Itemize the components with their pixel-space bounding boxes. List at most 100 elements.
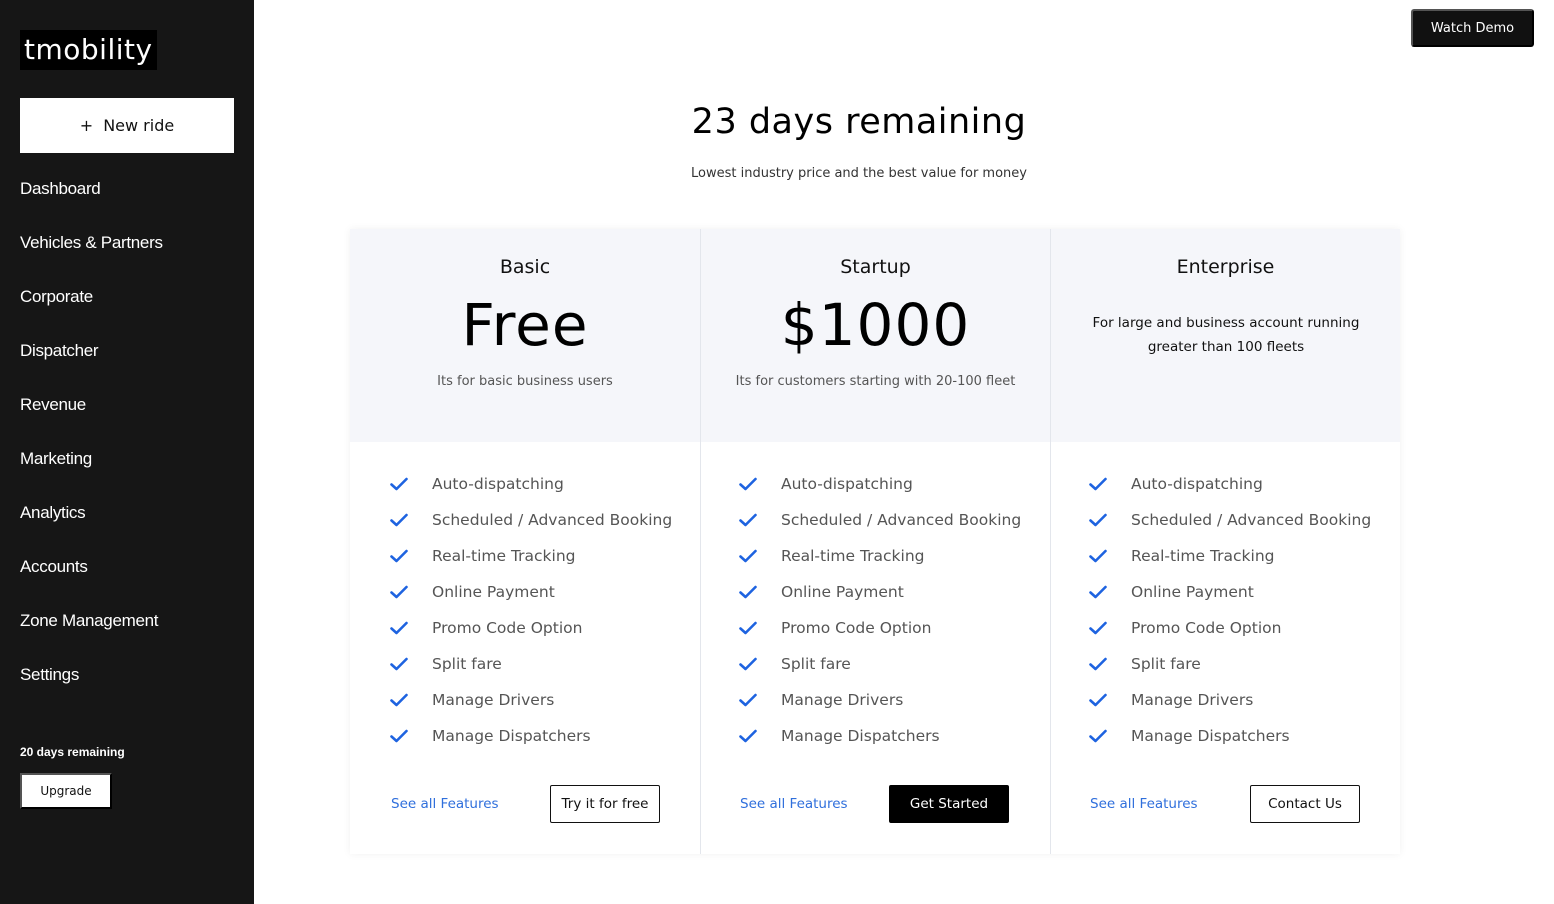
check-icon	[739, 657, 757, 671]
feature-label: Manage Drivers	[432, 691, 555, 709]
check-icon	[739, 585, 757, 599]
check-icon	[1089, 513, 1107, 527]
feature-list: Auto-dispatching Scheduled / Advanced Bo…	[1089, 466, 1371, 754]
check-icon	[739, 621, 757, 635]
check-icon	[739, 513, 757, 527]
sidebar-item-vehicles-partners[interactable]: Vehicles & Partners	[20, 221, 163, 275]
pricing-plans: Basic Free Its for basic business users …	[350, 229, 1400, 854]
feature-item: Manage Dispatchers	[390, 718, 672, 754]
check-icon	[390, 585, 408, 599]
new-ride-label: New ride	[103, 116, 175, 135]
sidebar-item-revenue[interactable]: Revenue	[20, 383, 163, 437]
feature-label: Manage Dispatchers	[1131, 727, 1290, 745]
feature-item: Manage Dispatchers	[739, 718, 1021, 754]
feature-label: Real-time Tracking	[1131, 547, 1275, 565]
feature-label: Manage Dispatchers	[432, 727, 591, 745]
feature-label: Auto-dispatching	[432, 475, 564, 493]
feature-list: Auto-dispatching Scheduled / Advanced Bo…	[390, 466, 672, 754]
plus-icon: +	[79, 116, 94, 135]
feature-item: Scheduled / Advanced Booking	[390, 502, 672, 538]
feature-label: Split fare	[781, 655, 851, 673]
feature-item: Split fare	[739, 646, 1021, 682]
plan-description: Its for basic business users	[437, 374, 613, 389]
check-icon	[1089, 621, 1107, 635]
feature-label: Manage Dispatchers	[781, 727, 940, 745]
feature-label: Split fare	[1131, 655, 1201, 673]
get-started-button[interactable]: Get Started	[889, 785, 1009, 823]
sidebar-item-dashboard[interactable]: Dashboard	[20, 167, 163, 221]
check-icon	[390, 621, 408, 635]
feature-item: Scheduled / Advanced Booking	[1089, 502, 1371, 538]
sidebar-item-corporate[interactable]: Corporate	[20, 275, 163, 329]
watch-demo-button[interactable]: Watch Demo	[1411, 9, 1534, 47]
upgrade-button[interactable]: Upgrade	[20, 773, 112, 809]
see-all-features-link[interactable]: See all Features	[391, 796, 499, 812]
check-icon	[390, 657, 408, 671]
plan-description: Its for customers starting with 20-100 f…	[735, 374, 1016, 389]
trial-remaining-text: 20 days remaining	[20, 745, 125, 759]
sidebar-nav: Dashboard Vehicles & Partners Corporate …	[20, 167, 163, 707]
plan-name: Startup	[840, 256, 911, 278]
feature-item: Manage Drivers	[390, 682, 672, 718]
check-icon	[739, 477, 757, 491]
sidebar: tmobility + New ride Dashboard Vehicles …	[0, 0, 254, 904]
plan-price: Free	[461, 291, 589, 359]
plan-card-basic: Basic Free Its for basic business users …	[350, 229, 700, 854]
try-for-free-button[interactable]: Try it for free	[550, 785, 660, 823]
sidebar-item-accounts[interactable]: Accounts	[20, 545, 163, 599]
sidebar-item-analytics[interactable]: Analytics	[20, 491, 163, 545]
page-subtitle: Lowest industry price and the best value…	[691, 166, 1027, 181]
sidebar-item-settings[interactable]: Settings	[20, 653, 163, 707]
check-icon	[390, 477, 408, 491]
contact-us-button[interactable]: Contact Us	[1250, 785, 1360, 823]
feature-label: Promo Code Option	[432, 619, 583, 637]
check-icon	[739, 693, 757, 707]
sidebar-item-zone-management[interactable]: Zone Management	[20, 599, 163, 653]
feature-item: Online Payment	[390, 574, 672, 610]
feature-label: Promo Code Option	[781, 619, 932, 637]
check-icon	[739, 729, 757, 743]
plan-header: Basic Free Its for basic business users	[350, 229, 700, 442]
feature-item: Online Payment	[1089, 574, 1371, 610]
check-icon	[1089, 693, 1107, 707]
plan-header: Enterprise For large and business accoun…	[1051, 229, 1400, 442]
feature-label: Real-time Tracking	[781, 547, 925, 565]
feature-item: Real-time Tracking	[1089, 538, 1371, 574]
feature-item: Real-time Tracking	[390, 538, 672, 574]
check-icon	[739, 549, 757, 563]
see-all-features-link[interactable]: See all Features	[740, 796, 848, 812]
feature-item: Promo Code Option	[739, 610, 1021, 646]
feature-label: Split fare	[432, 655, 502, 673]
feature-label: Online Payment	[1131, 583, 1254, 601]
plan-card-startup: Startup $1000 Its for customers starting…	[700, 229, 1050, 854]
feature-item: Manage Drivers	[1089, 682, 1371, 718]
check-icon	[390, 549, 408, 563]
feature-item: Split fare	[1089, 646, 1371, 682]
feature-item: Promo Code Option	[1089, 610, 1371, 646]
check-icon	[1089, 477, 1107, 491]
feature-label: Real-time Tracking	[432, 547, 576, 565]
plan-price: $1000	[780, 291, 971, 359]
feature-item: Online Payment	[739, 574, 1021, 610]
see-all-features-link[interactable]: See all Features	[1090, 796, 1198, 812]
feature-item: Promo Code Option	[390, 610, 672, 646]
feature-item: Manage Drivers	[739, 682, 1021, 718]
feature-item: Scheduled / Advanced Booking	[739, 502, 1021, 538]
feature-item: Split fare	[390, 646, 672, 682]
check-icon	[390, 693, 408, 707]
feature-label: Auto-dispatching	[781, 475, 913, 493]
new-ride-button[interactable]: + New ride	[20, 98, 234, 153]
plan-header: Startup $1000 Its for customers starting…	[701, 229, 1050, 442]
feature-item: Real-time Tracking	[739, 538, 1021, 574]
sidebar-item-marketing[interactable]: Marketing	[20, 437, 163, 491]
sidebar-item-dispatcher[interactable]: Dispatcher	[20, 329, 163, 383]
feature-item: Auto-dispatching	[1089, 466, 1371, 502]
plan-name: Basic	[499, 256, 551, 278]
feature-label: Scheduled / Advanced Booking	[781, 511, 1022, 529]
check-icon	[390, 513, 408, 527]
feature-label: Online Payment	[432, 583, 555, 601]
feature-label: Scheduled / Advanced Booking	[432, 511, 673, 529]
logo[interactable]: tmobility	[20, 30, 157, 70]
feature-item: Manage Dispatchers	[1089, 718, 1371, 754]
plan-description: For large and business account running g…	[1092, 315, 1360, 355]
